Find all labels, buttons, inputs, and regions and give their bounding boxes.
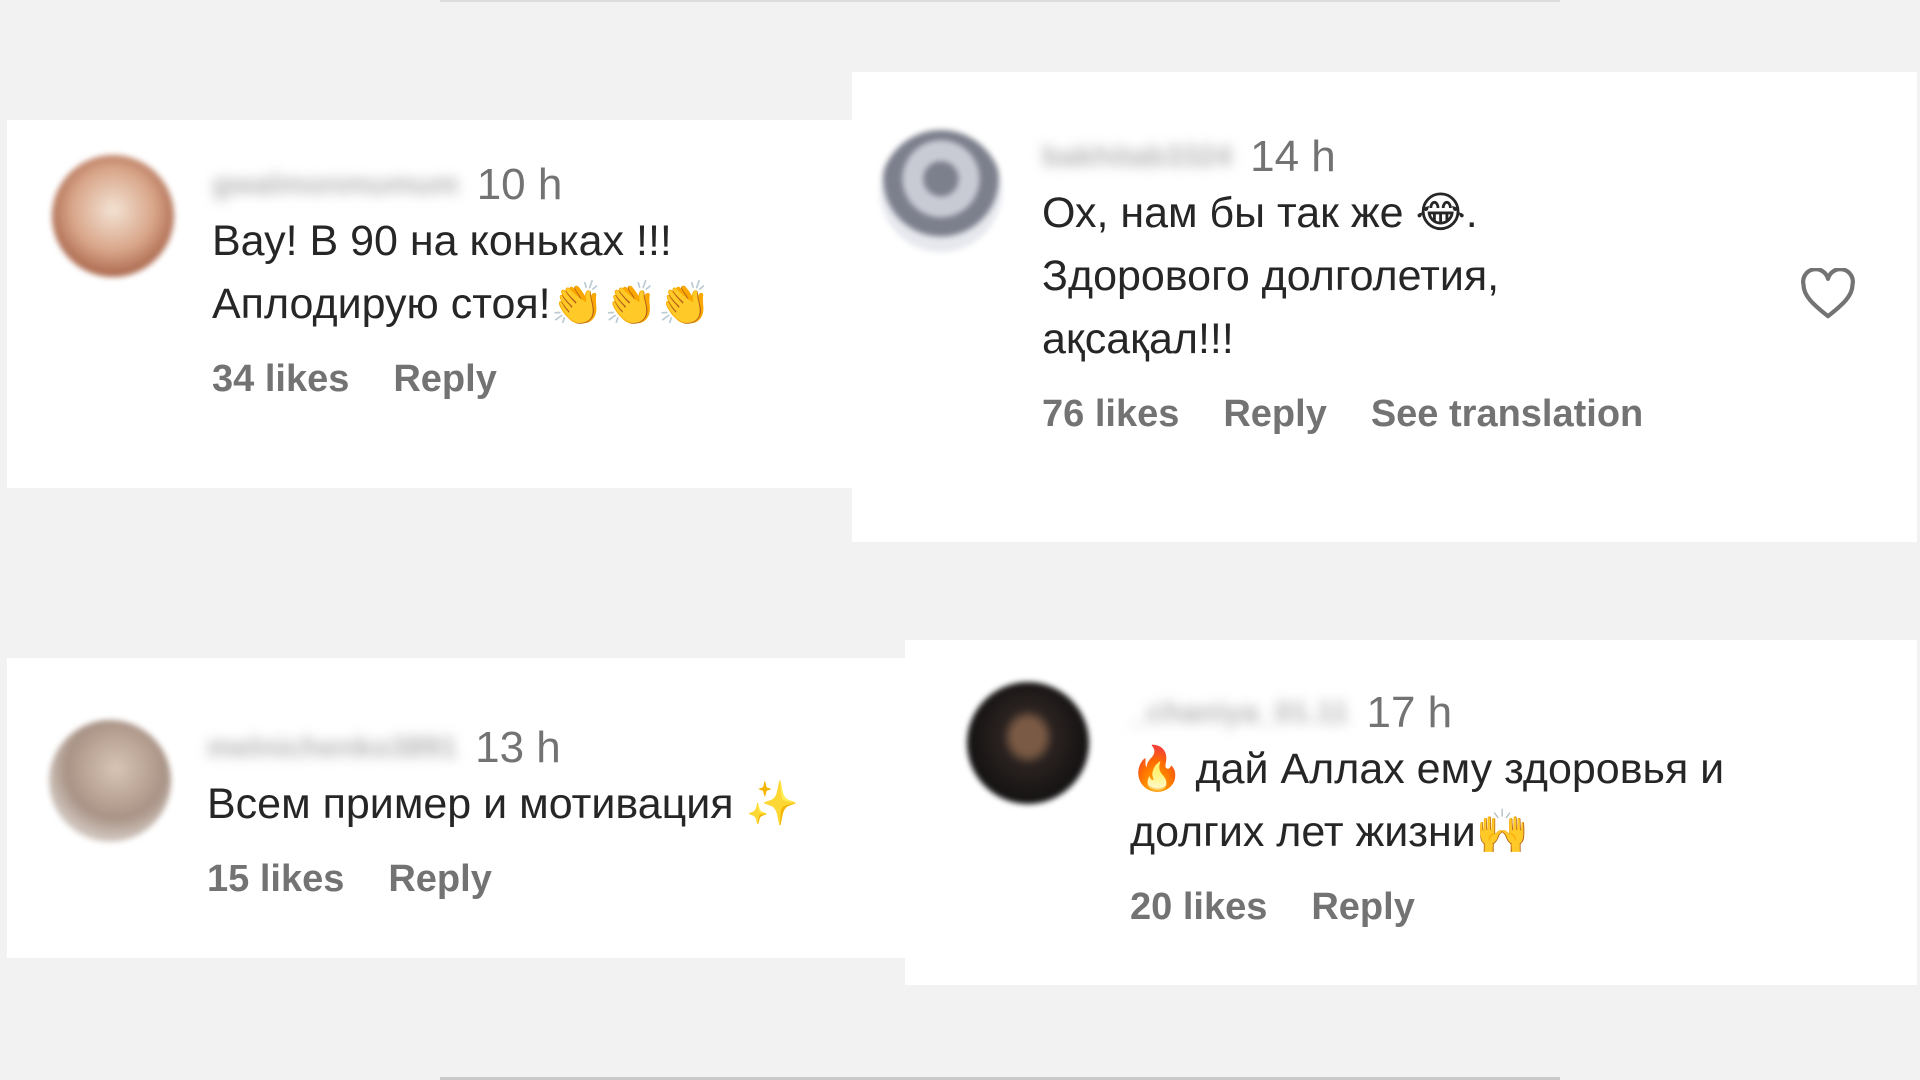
timestamp: 14 h — [1250, 132, 1336, 181]
top-divider — [440, 0, 1560, 2]
username[interactable]: _chaniya_01.11 — [1130, 696, 1349, 730]
reply-button[interactable]: Reply — [1311, 886, 1414, 929]
comment-body: melnichenko3891 13 h Всем пример и мотив… — [207, 723, 799, 901]
comment-actions: 34 likes Reply — [212, 358, 711, 401]
reply-button[interactable]: Reply — [1223, 393, 1326, 436]
comment-meta: gwalmonmumum 10 h — [212, 160, 711, 210]
avatar[interactable] — [49, 720, 171, 842]
reply-button[interactable]: Reply — [393, 358, 496, 401]
comment-meta: melnichenko3891 13 h — [207, 723, 799, 773]
comment-text: 🔥 дай Аллах ему здоровья и долгих лет жи… — [1130, 745, 1725, 856]
comment-body: _chaniya_01.11 17 h 🔥 дай Аллах ему здор… — [1130, 688, 1724, 929]
likes-count[interactable]: 76 likes — [1042, 393, 1179, 436]
comment-actions: 76 likes Reply See translation — [1042, 393, 1643, 436]
username[interactable]: bakhitab3324 — [1042, 140, 1232, 174]
comments-collage: gwalmonmumum 10 h Вау! В 90 на коньках !… — [0, 0, 1920, 1080]
comment-actions: 20 likes Reply — [1130, 886, 1724, 929]
avatar[interactable] — [880, 130, 1002, 252]
see-translation-button[interactable]: See translation — [1371, 393, 1643, 436]
comment-body: gwalmonmumum 10 h Вау! В 90 на коньках !… — [212, 160, 711, 401]
comment-text: Ох, нам бы так же 😂. Здорового долголети… — [1042, 189, 1500, 363]
comment-body: bakhitab3324 14 h Ох, нам бы так же 😂. З… — [1042, 132, 1643, 436]
avatar[interactable] — [967, 682, 1089, 804]
heart-outline-icon[interactable] — [1800, 268, 1856, 320]
reply-button[interactable]: Reply — [388, 858, 491, 901]
likes-count[interactable]: 34 likes — [212, 358, 349, 401]
avatar[interactable] — [52, 155, 174, 277]
username[interactable]: melnichenko3891 — [207, 731, 457, 765]
timestamp: 10 h — [476, 160, 563, 209]
timestamp: 17 h — [1366, 688, 1453, 737]
comment-actions: 15 likes Reply — [207, 858, 799, 901]
username[interactable]: gwalmonmumum — [212, 168, 459, 202]
comment-text: Всем пример и мотивация ✨ — [207, 780, 800, 828]
comment-meta: _chaniya_01.11 17 h — [1130, 688, 1724, 738]
likes-count[interactable]: 15 likes — [207, 858, 344, 901]
comment-meta: bakhitab3324 14 h — [1042, 132, 1643, 182]
comment-card: melnichenko3891 13 h Всем пример и мотив… — [7, 658, 907, 958]
timestamp: 13 h — [475, 723, 561, 772]
comment-card: bakhitab3324 14 h Ох, нам бы так же 😂. З… — [852, 72, 1917, 542]
comment-card: gwalmonmumum 10 h Вау! В 90 на коньках !… — [7, 120, 855, 488]
comment-text: Вау! В 90 на коньках !!! Аплодирую стоя!… — [212, 217, 712, 328]
comment-card: _chaniya_01.11 17 h 🔥 дай Аллах ему здор… — [905, 640, 1917, 985]
likes-count[interactable]: 20 likes — [1130, 886, 1267, 929]
